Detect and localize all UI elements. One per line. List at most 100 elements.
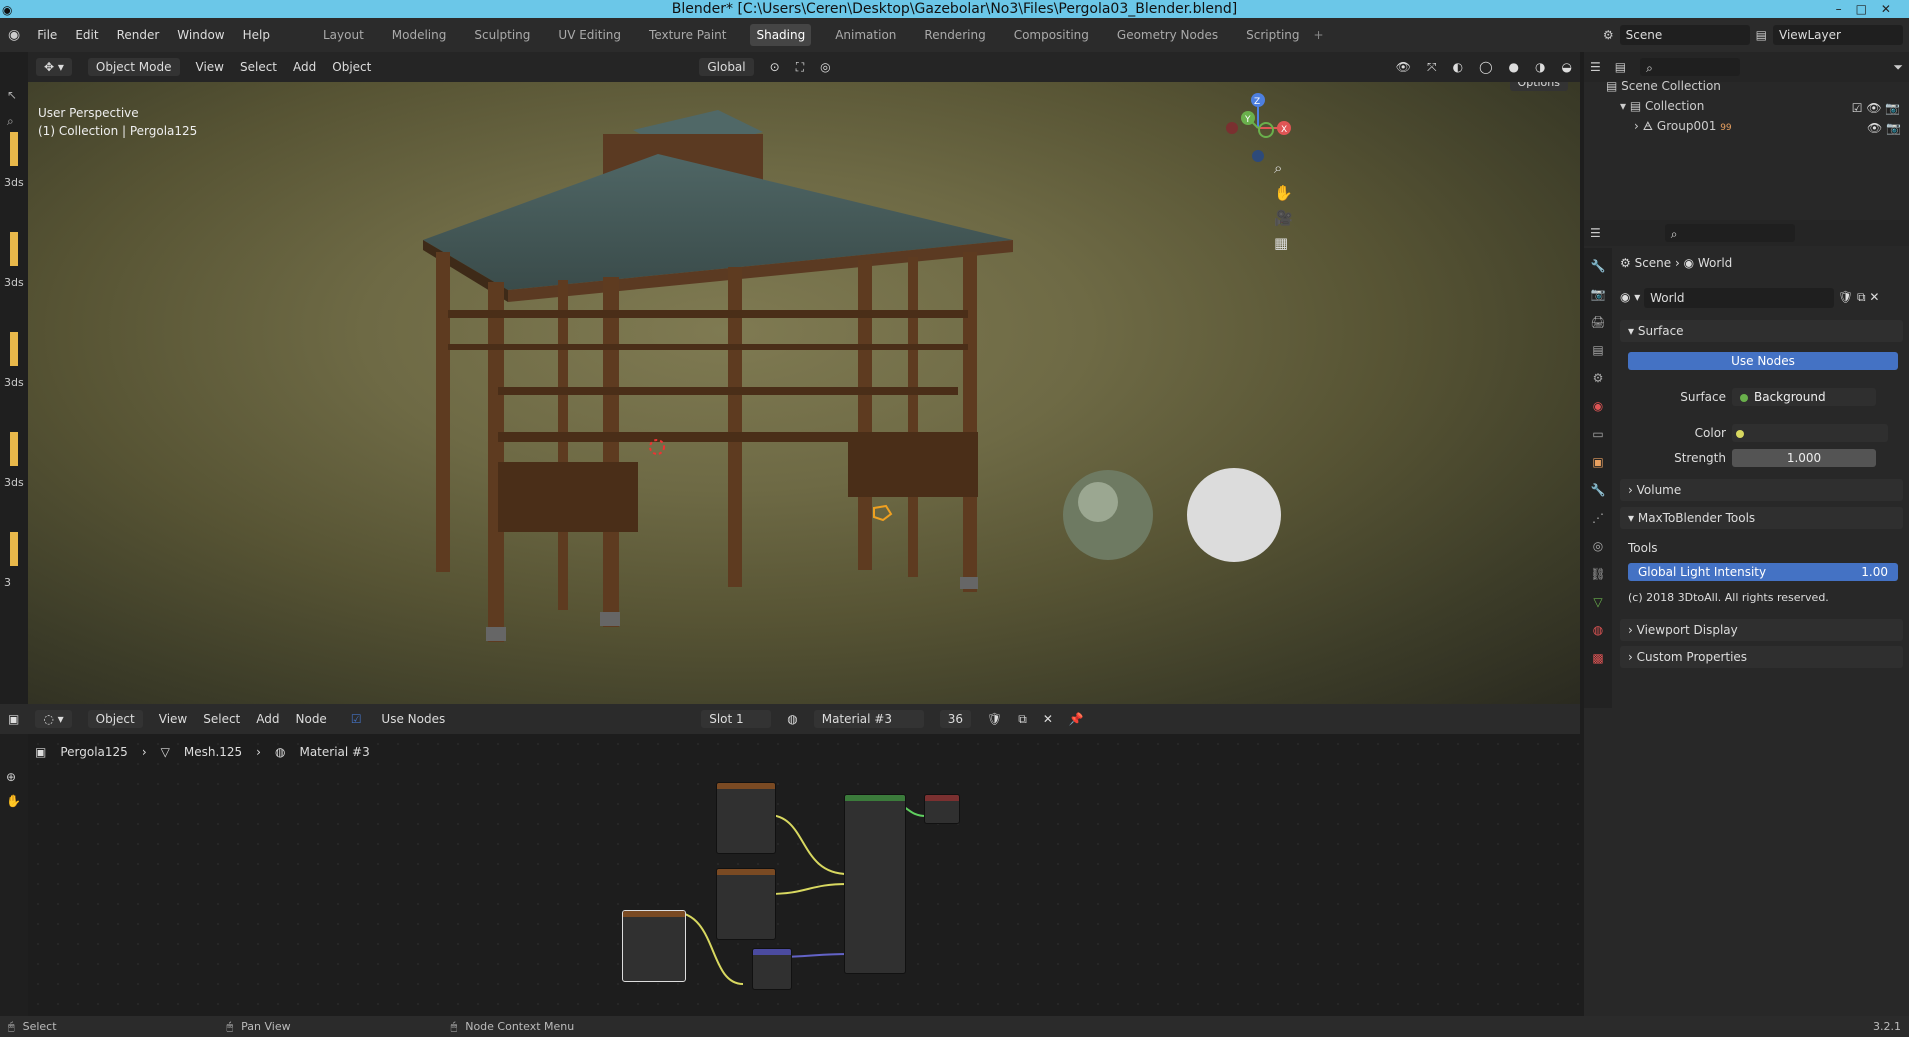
viewport-menu-object[interactable]: Object	[332, 60, 371, 74]
node-menu-node[interactable]: Node	[296, 712, 327, 726]
snap-icon[interactable]: ⛶	[796, 60, 804, 75]
texture-tab-icon[interactable]: ▩	[1584, 644, 1612, 672]
constraints-tab-icon[interactable]: ⛓	[1584, 560, 1612, 588]
viewport-menu-add[interactable]: Add	[293, 60, 316, 74]
hand-icon[interactable]: ✋	[6, 794, 21, 808]
workspace-tab-modeling[interactable]: Modeling	[388, 24, 451, 46]
shading-material-icon[interactable]: ◑	[1535, 60, 1545, 74]
material-icon[interactable]: ◍	[787, 712, 797, 726]
volume-panel-header[interactable]: › Volume	[1620, 479, 1903, 501]
pin-icon[interactable]: 📌	[1069, 712, 1084, 726]
workspace-tab-animation[interactable]: Animation	[831, 24, 900, 46]
shader-type-dropdown[interactable]: ◌ ▾	[35, 710, 72, 728]
workspace-tab-uv-editing[interactable]: UV Editing	[554, 24, 625, 46]
data-tab-icon[interactable]: ▽	[1584, 588, 1612, 616]
menu-help[interactable]: Help	[243, 28, 270, 42]
overlay-icon[interactable]: ◐	[1453, 60, 1463, 74]
search-icon[interactable]: ⌕	[7, 114, 14, 129]
scene-selector[interactable]: Scene	[1619, 25, 1750, 45]
properties-search-input[interactable]: ⌕	[1664, 224, 1795, 242]
duplicate-material-icon[interactable]: ⧉	[1018, 712, 1027, 727]
workspace-tab-rendering[interactable]: Rendering	[920, 24, 989, 46]
node-menu-select[interactable]: Select	[203, 712, 240, 726]
node-menu-view[interactable]: View	[159, 712, 187, 726]
toolbar-3ds-label[interactable]: 3	[4, 576, 11, 589]
shading-solid-icon[interactable]: ●	[1509, 60, 1519, 74]
properties-type-icon[interactable]: ☰	[1590, 226, 1601, 240]
material-users-count[interactable]: 36	[939, 710, 971, 728]
normal-map-node[interactable]	[752, 948, 792, 990]
menu-window[interactable]: Window	[177, 28, 224, 42]
viewport-menu-view[interactable]: View	[196, 60, 224, 74]
gizmo-icon[interactable]: ⤧	[1427, 60, 1437, 75]
camera-icon[interactable]: 🎥	[1274, 206, 1293, 231]
node-menu-add[interactable]: Add	[256, 712, 279, 726]
node-editor[interactable]	[28, 734, 1580, 1016]
render-tab-icon[interactable]: 📷	[1584, 280, 1612, 308]
viewlayer-selector[interactable]: ViewLayer	[1773, 25, 1903, 45]
workspace-tab-compositing[interactable]: Compositing	[1010, 24, 1093, 46]
grid-icon[interactable]: ▦	[1274, 231, 1293, 256]
filter-icon[interactable]: ⏷	[1893, 60, 1903, 75]
image-texture-node-3[interactable]	[622, 910, 686, 982]
modifier-tab-icon[interactable]: 🔧	[1584, 476, 1612, 504]
display-mode-icon[interactable]: ▤	[1615, 60, 1626, 74]
toolbar-3ds-label[interactable]: 3ds	[4, 176, 24, 189]
scene-icon[interactable]: ⚙	[1603, 28, 1614, 42]
particles-tab-icon[interactable]: ⋰	[1584, 504, 1612, 532]
world-tab-icon[interactable]: ◉	[1584, 392, 1612, 420]
global-light-intensity-slider[interactable]: Global Light Intensity 1.00	[1628, 563, 1898, 581]
surface-shader-dropdown[interactable]: Background	[1732, 388, 1876, 406]
visibility-icon[interactable]: 👁	[1396, 60, 1411, 74]
shading-wire-icon[interactable]: ◯	[1479, 60, 1492, 74]
toolbar-3ds-label[interactable]: 3ds	[4, 276, 24, 289]
outliner-group[interactable]: › 🜁 Group001 99	[1606, 116, 1732, 138]
use-nodes-checkbox[interactable]: ☑ Use Nodes	[343, 712, 453, 726]
world-selector[interactable]: ◉ ▾ World 🛡 ⧉ ✕	[1620, 286, 1903, 308]
add-workspace-icon[interactable]: +	[1314, 28, 1324, 42]
view-layer-tab-icon[interactable]: ▤	[1584, 336, 1612, 364]
color-field[interactable]	[1732, 424, 1888, 442]
outliner-type-icon[interactable]: ☰	[1590, 60, 1601, 74]
viewport-display-panel-header[interactable]: › Viewport Display	[1620, 619, 1903, 641]
mode-dropdown[interactable]: Object Mode	[87, 58, 180, 76]
viewport-menu-select[interactable]: Select	[240, 60, 277, 74]
zoom-icon[interactable]: ⌕	[1274, 156, 1293, 181]
toolbar-3ds-label[interactable]: 3ds	[4, 476, 24, 489]
menu-render[interactable]: Render	[117, 28, 160, 42]
tool-tab-icon[interactable]: 🔧	[1584, 252, 1612, 280]
surface-panel-header[interactable]: ▾ Surface	[1620, 320, 1903, 342]
principled-bsdf-node[interactable]	[844, 794, 906, 974]
3d-viewport[interactable]: User Perspective (1) Collection | Pergol…	[28, 82, 1580, 704]
outliner-search-input[interactable]: ⌕	[1640, 58, 1741, 76]
node-object-dropdown[interactable]: Object	[87, 710, 143, 728]
outliner-scene-collection[interactable]: ▤ Scene Collection	[1606, 76, 1732, 96]
unlink-material-icon[interactable]: ✕	[1043, 712, 1053, 726]
custom-properties-panel-header[interactable]: › Custom Properties	[1620, 646, 1903, 668]
editor-type-icon[interactable]: ▣	[8, 712, 19, 726]
workspace-tab-scripting[interactable]: Scripting	[1242, 24, 1303, 46]
pivot-icon[interactable]: ⊙	[770, 60, 780, 74]
collection-tab-icon[interactable]: ▭	[1584, 420, 1612, 448]
workspace-tab-sculpting[interactable]: Sculpting	[470, 24, 534, 46]
world-name-field[interactable]: World	[1644, 287, 1835, 308]
orientation-dropdown[interactable]: Global	[699, 58, 754, 76]
add-icon[interactable]: ⊕	[6, 770, 16, 784]
fake-user-icon[interactable]: 🛡	[987, 712, 1002, 726]
object-tab-icon[interactable]: ▣	[1584, 448, 1612, 476]
use-nodes-button[interactable]: Use Nodes	[1628, 352, 1898, 370]
viewlayer-icon[interactable]: ▤	[1756, 28, 1767, 42]
slot-dropdown[interactable]: Slot 1	[701, 710, 772, 728]
physics-tab-icon[interactable]: ◎	[1584, 532, 1612, 560]
image-texture-node-1[interactable]	[716, 782, 776, 854]
menu-edit[interactable]: Edit	[75, 28, 98, 42]
workspace-tab-layout[interactable]: Layout	[319, 24, 368, 46]
editor-type-dropdown[interactable]: ✥ ▾	[36, 58, 72, 76]
shading-render-icon[interactable]: ◒	[1562, 60, 1572, 74]
material-tab-icon[interactable]: ◍	[1584, 616, 1612, 644]
workspace-tab-shading[interactable]: Shading	[750, 24, 812, 46]
hand-pan-icon[interactable]: ✋	[1274, 181, 1293, 206]
output-tab-icon[interactable]: 🖨	[1584, 308, 1612, 336]
toolbar-3ds-label[interactable]: 3ds	[4, 376, 24, 389]
maxtoblender-panel-header[interactable]: ▾ MaxToBlender Tools	[1620, 507, 1903, 529]
